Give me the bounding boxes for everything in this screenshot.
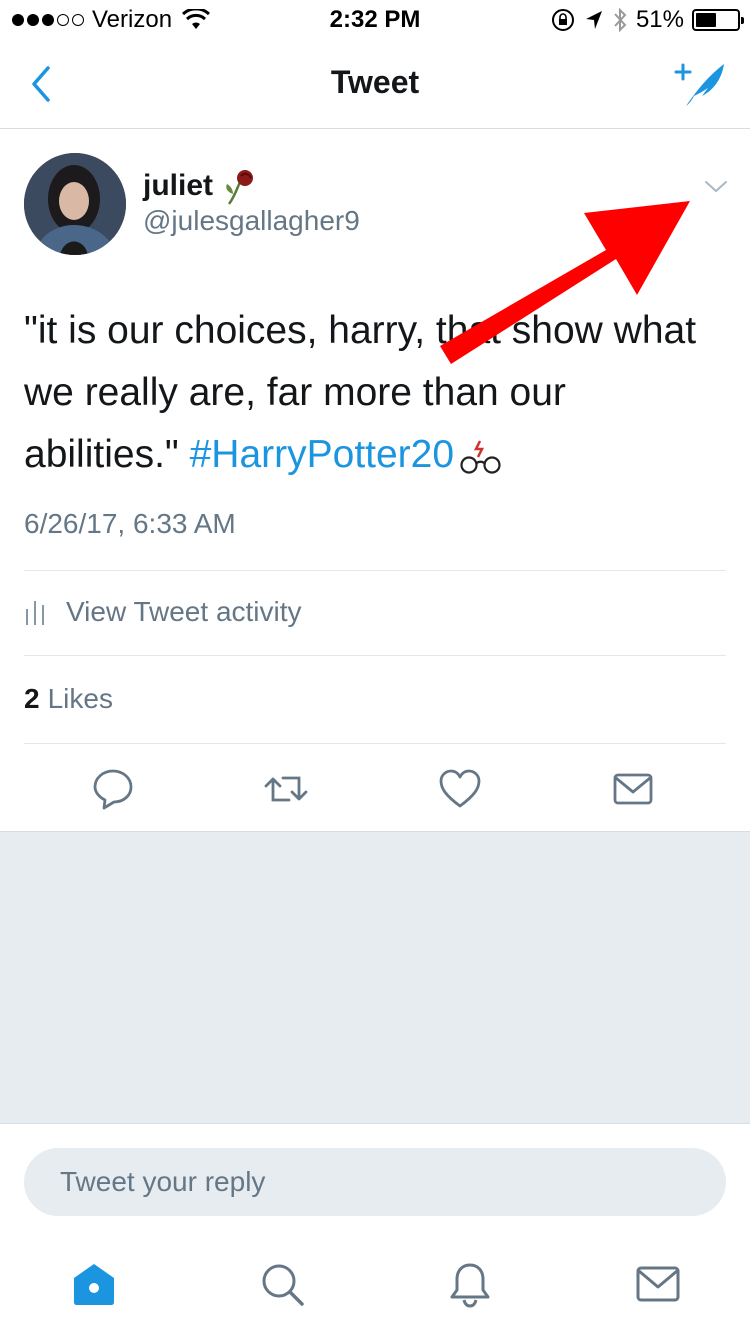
bluetooth-icon bbox=[614, 7, 627, 33]
like-heart-icon[interactable] bbox=[437, 766, 483, 812]
author-handle: @julesgallagher9 bbox=[143, 205, 360, 236]
author-name-row[interactable]: juliet bbox=[143, 166, 261, 206]
likes-label: Likes bbox=[47, 683, 113, 714]
notifications-bell-icon[interactable] bbox=[446, 1260, 494, 1308]
tweet-text: "it is our choices, harry, that show wha… bbox=[24, 300, 724, 486]
tweet-timestamp: 6/26/17, 6:33 AM bbox=[24, 508, 236, 539]
divider bbox=[24, 743, 726, 744]
retweet-icon[interactable] bbox=[263, 766, 309, 812]
divider bbox=[24, 570, 726, 571]
search-icon[interactable] bbox=[258, 1260, 306, 1308]
page-title: Tweet bbox=[330, 64, 420, 100]
glasses-lightning-icon bbox=[460, 440, 501, 474]
reply-icon[interactable] bbox=[90, 766, 136, 812]
reply-input[interactable]: Tweet your reply bbox=[24, 1148, 726, 1216]
nav-bar: Tweet bbox=[0, 40, 750, 129]
location-icon bbox=[585, 11, 602, 29]
status-bar: Verizon 2:32 PM 51% bbox=[0, 0, 750, 40]
battery-percent: 51% bbox=[635, 6, 684, 33]
orientation-lock-icon bbox=[551, 9, 574, 31]
likes-number: 2 bbox=[24, 683, 40, 714]
divider bbox=[24, 655, 726, 656]
direct-message-icon[interactable] bbox=[610, 766, 656, 812]
chevron-down-icon[interactable] bbox=[702, 176, 730, 196]
avatar[interactable] bbox=[24, 153, 126, 255]
hashtag-link[interactable]: #HarryPotter20 bbox=[190, 433, 454, 476]
activity-label: View Tweet activity bbox=[66, 596, 302, 627]
battery-icon bbox=[692, 9, 744, 31]
compose-tweet-icon[interactable] bbox=[672, 58, 728, 110]
wilted-rose-icon bbox=[226, 170, 254, 205]
tab-bar bbox=[0, 1244, 750, 1334]
tweet-actions bbox=[0, 760, 750, 820]
empty-replies-area bbox=[0, 831, 750, 1124]
messages-icon[interactable] bbox=[634, 1260, 682, 1308]
likes-count[interactable]: 2 Likes bbox=[24, 683, 113, 715]
home-icon[interactable] bbox=[70, 1260, 118, 1308]
analytics-bars-icon bbox=[26, 601, 44, 625]
view-tweet-activity-button[interactable]: View Tweet activity bbox=[24, 596, 302, 628]
status-right: 51% bbox=[550, 6, 744, 34]
author-name: juliet bbox=[143, 169, 214, 202]
